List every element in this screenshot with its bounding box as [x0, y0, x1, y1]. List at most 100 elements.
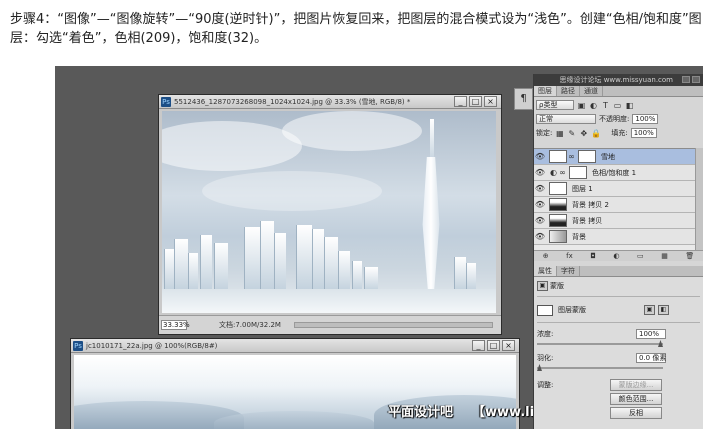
- city-canvas[interactable]: [162, 111, 496, 313]
- density-field[interactable]: 100%: [636, 329, 666, 339]
- building: [260, 221, 274, 291]
- eye-icon[interactable]: 👁: [534, 216, 546, 225]
- opacity-field[interactable]: 100%: [632, 114, 659, 124]
- document-window-city[interactable]: Ps 5512436_1287073268098_1024x1024.jpg @…: [158, 94, 502, 335]
- fill-label: 填充:: [611, 129, 628, 137]
- layer-row[interactable]: 👁 图层 1: [534, 181, 695, 197]
- layers-panel-tabs: 图层 路径 通道: [534, 86, 703, 97]
- doc-title: jc1010171_22a.jpg @ 100%(RGB/8#): [86, 342, 218, 350]
- layer-name[interactable]: 背景: [572, 232, 586, 242]
- shape-filter-icon[interactable]: ▭: [613, 101, 622, 110]
- feather-slider-knob[interactable]: [537, 364, 542, 371]
- close-panel-button[interactable]: [692, 76, 700, 83]
- blend-row: 正常 不透明度: 100%: [536, 113, 701, 125]
- eye-icon[interactable]: 👁: [534, 184, 546, 193]
- mask-edge-button[interactable]: 蒙版边缘...: [610, 379, 662, 391]
- lock-position-icon[interactable]: ✥: [579, 129, 588, 138]
- feather-field[interactable]: 0.0 像素: [636, 353, 666, 363]
- restore-button[interactable]: □: [487, 340, 500, 351]
- layer-row[interactable]: 👁 背景: [534, 229, 695, 245]
- layers-scrollbar[interactable]: [695, 148, 703, 250]
- blend-mode-select[interactable]: 正常: [536, 114, 596, 124]
- properties-panel: 蒙版 ▣ 图层蒙版 ▣ ◧ 浓度: 100% 羽化: 0.0 像素 调整: 蒙版…: [534, 277, 703, 429]
- eye-icon[interactable]: 👁: [534, 168, 546, 177]
- fx-icon[interactable]: fx: [566, 252, 573, 260]
- layer-thumbnail: [549, 150, 567, 163]
- density-label: 浓度:: [537, 330, 554, 338]
- color-range-button[interactable]: 颜色范围...: [610, 393, 662, 405]
- lock-row: 锁定: ▦ ✎ ✥ 🔒 填充: 100%: [536, 127, 701, 139]
- eye-icon[interactable]: 👁: [534, 152, 546, 161]
- layer-thumbnail: [549, 230, 567, 243]
- layer-name[interactable]: 图层 1: [572, 184, 593, 194]
- panel-dock-header[interactable]: 思缘设计论坛 www.missyuan.com: [534, 74, 703, 86]
- minimize-button[interactable]: _: [472, 340, 485, 351]
- building: [296, 225, 312, 291]
- layer-row[interactable]: 👁 ◐ ∞ 色相/饱和度 1: [534, 165, 695, 181]
- building: [454, 257, 466, 291]
- lock-image-icon[interactable]: ✎: [567, 129, 576, 138]
- collapse-panel-button[interactable]: [682, 76, 690, 83]
- mask-type-label: 图层蒙版: [558, 306, 586, 314]
- layer-name[interactable]: 背景 拷贝 2: [572, 200, 609, 210]
- close-button[interactable]: ×: [502, 340, 515, 351]
- new-adjustment-icon[interactable]: ◐: [613, 252, 619, 260]
- layer-row[interactable]: 👁 背景 拷贝: [534, 213, 695, 229]
- new-layer-icon[interactable]: ▦: [661, 252, 668, 260]
- tab-paths[interactable]: 路径: [557, 86, 580, 96]
- eye-icon[interactable]: 👁: [534, 232, 546, 241]
- density-slider[interactable]: [537, 340, 663, 347]
- feather-slider[interactable]: [537, 364, 663, 371]
- doc-title: 5512436_1287073268098_1024x1024.jpg @ 33…: [174, 98, 411, 106]
- paragraph-panel-icon[interactable]: ¶: [514, 88, 533, 110]
- lock-all-icon[interactable]: 🔒: [591, 129, 601, 138]
- horizontal-scrollbar[interactable]: [294, 322, 493, 328]
- canton-tower: [422, 157, 440, 307]
- tab-channels[interactable]: 通道: [580, 86, 603, 96]
- layer-name[interactable]: 背景 拷贝: [572, 216, 602, 226]
- adjustment-filter-icon[interactable]: ◐: [589, 101, 598, 110]
- type-filter-icon[interactable]: T: [601, 101, 610, 110]
- building: [164, 249, 174, 291]
- cloud: [202, 171, 382, 211]
- trash-icon[interactable]: 🗑: [685, 252, 694, 260]
- divider: [537, 296, 700, 297]
- eye-icon[interactable]: 👁: [534, 200, 546, 209]
- building: [174, 239, 188, 291]
- watermark-brand: 平面设计吧: [388, 405, 454, 420]
- invert-button[interactable]: 反相: [610, 407, 662, 419]
- mask-mode-icon: ▣: [537, 281, 548, 291]
- layer-row[interactable]: 👁 ∞ 雪地: [534, 149, 695, 165]
- minimize-button[interactable]: _: [454, 96, 467, 107]
- add-mask-icon[interactable]: ◘: [590, 252, 596, 260]
- divider: [537, 322, 700, 323]
- pixel-filter-icon[interactable]: ▣: [577, 101, 586, 110]
- link-layers-icon[interactable]: ⊕: [543, 252, 549, 260]
- tab-properties[interactable]: 属性: [534, 266, 557, 276]
- building: [324, 237, 338, 291]
- doc-size-info[interactable]: 文档:7.00M/32.2M: [219, 321, 281, 330]
- close-button[interactable]: ×: [484, 96, 497, 107]
- new-group-icon[interactable]: ▭: [637, 252, 644, 260]
- layer-filter-row: ρ类型 ▣ ◐ T ▭ ◧: [536, 99, 701, 111]
- lock-transparent-icon[interactable]: ▦: [555, 129, 564, 138]
- layer-mask-thumbnail[interactable]: [578, 150, 596, 163]
- layer-filter-select[interactable]: ρ类型: [536, 100, 574, 110]
- fill-field[interactable]: 100%: [630, 128, 657, 138]
- doc-titlebar[interactable]: Ps jc1010171_22a.jpg @ 100%(RGB/8#) _ □ …: [71, 339, 519, 353]
- smart-filter-icon[interactable]: ◧: [625, 101, 634, 110]
- river-bank: [214, 411, 374, 429]
- doc-titlebar[interactable]: Ps 5512436_1287073268098_1024x1024.jpg @…: [159, 95, 501, 109]
- pixel-mask-button[interactable]: ▣: [644, 305, 655, 315]
- tab-character[interactable]: 字符: [557, 266, 580, 276]
- layer-name[interactable]: 雪地: [601, 152, 615, 162]
- layer-row[interactable]: 👁 背景 拷贝 2: [534, 197, 695, 213]
- restore-button[interactable]: □: [469, 96, 482, 107]
- vector-mask-button[interactable]: ◧: [658, 305, 669, 315]
- density-slider-knob[interactable]: [658, 340, 663, 347]
- building: [312, 229, 324, 291]
- layer-name[interactable]: 色相/饱和度 1: [592, 168, 636, 178]
- tab-layers[interactable]: 图层: [534, 86, 557, 96]
- zoom-field[interactable]: 33.33%: [161, 320, 190, 330]
- layer-mask-thumbnail[interactable]: [569, 166, 587, 179]
